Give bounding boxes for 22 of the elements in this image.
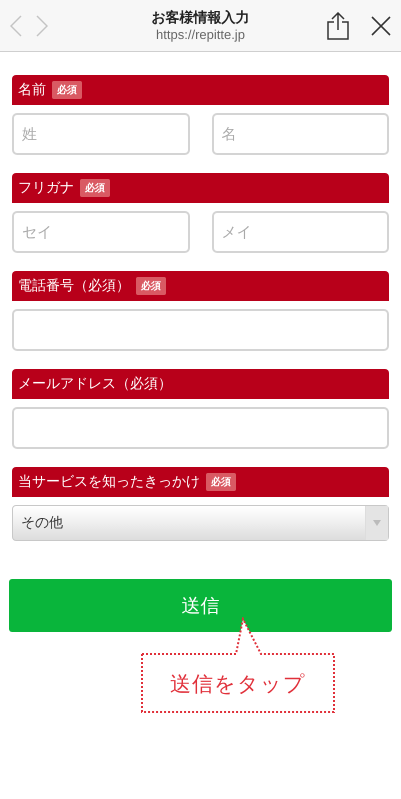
field-label: 当サービスを知ったきっかけ — [18, 473, 200, 491]
caret-icon — [373, 520, 381, 526]
required-badge: 必須 — [80, 179, 110, 197]
field-label: 名前 — [18, 81, 46, 99]
input-field[interactable]: メイ — [212, 211, 389, 253]
required-badge: 必須 — [206, 473, 236, 491]
page-title: お客様情報入力 — [152, 9, 250, 27]
required-badge: 必須 — [136, 277, 166, 295]
field-label: フリガナ — [18, 179, 74, 197]
input-field[interactable] — [12, 309, 389, 351]
callout: 送信をタップ — [140, 617, 336, 714]
required-badge: 必須 — [52, 81, 82, 99]
input-field[interactable]: 姓 — [12, 113, 190, 155]
field-label: 電話番号（必須） — [18, 277, 130, 295]
close-icon[interactable] — [371, 16, 391, 36]
page-url: https://repitte.jp — [156, 27, 245, 42]
share-icon[interactable] — [327, 12, 349, 40]
input-field[interactable]: セイ — [12, 211, 190, 253]
input-field[interactable]: 名 — [212, 113, 389, 155]
field-label: メールアドレス（必須） — [18, 375, 172, 393]
select-field[interactable]: その他 — [12, 505, 389, 541]
input-field[interactable] — [12, 407, 389, 449]
